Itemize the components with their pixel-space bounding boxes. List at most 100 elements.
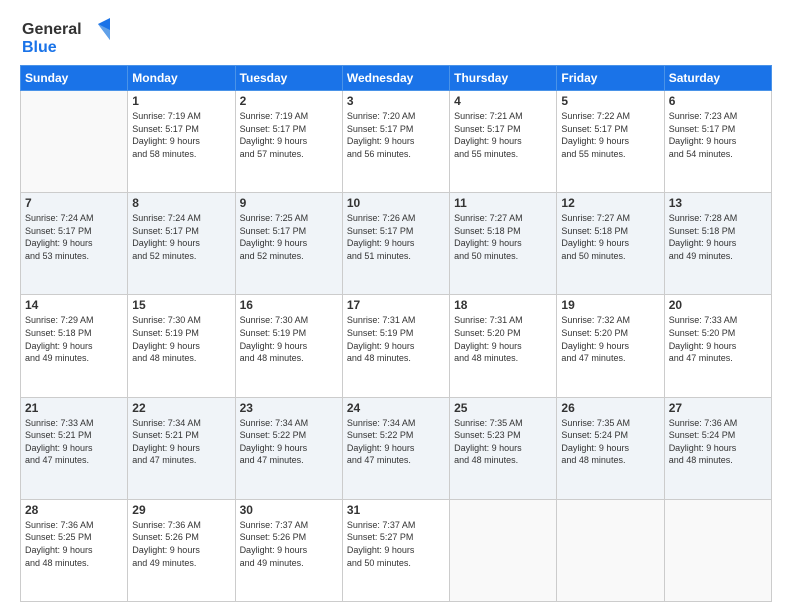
day-number: 11: [454, 196, 552, 210]
calendar-row: 21Sunrise: 7:33 AM Sunset: 5:21 PM Dayli…: [21, 397, 772, 499]
day-number: 22: [132, 401, 230, 415]
day-number: 16: [240, 298, 338, 312]
calendar-cell: [450, 499, 557, 601]
calendar-cell: 14Sunrise: 7:29 AM Sunset: 5:18 PM Dayli…: [21, 295, 128, 397]
calendar-cell: 18 Sunrise: 7:31 AM Sunset: 5:20 PM Dayli…: [450, 295, 557, 397]
day-number: 14: [25, 298, 123, 312]
day-info: Sunrise: 7:33 AM Sunset: 5:20 PM Dayligh…: [669, 314, 767, 364]
day-info: Sunrise: 7:34 AM Sunset: 5:22 PM Dayligh…: [240, 417, 338, 467]
calendar-cell: 8 Sunrise: 7:24 AM Sunset: 5:17 PM Daylig…: [128, 193, 235, 295]
day-info: Sunrise: 7:35 AM Sunset: 5:24 PM Dayligh…: [561, 417, 659, 467]
svg-text:General: General: [22, 21, 82, 38]
day-number: 31: [347, 503, 445, 517]
calendar-row: 7Sunrise: 7:24 AM Sunset: 5:17 PM Daylig…: [21, 193, 772, 295]
calendar-cell: 20 Sunrise: 7:33 AM Sunset: 5:20 PM Dayli…: [664, 295, 771, 397]
calendar-cell: 26 Sunrise: 7:35 AM Sunset: 5:24 PM Dayli…: [557, 397, 664, 499]
day-number: 20: [669, 298, 767, 312]
day-info: Sunrise: 7:30 AM Sunset: 5:19 PM Dayligh…: [240, 314, 338, 364]
calendar-cell: 25 Sunrise: 7:35 AM Sunset: 5:23 PM Dayli…: [450, 397, 557, 499]
calendar-cell: 3 Sunrise: 7:20 AM Sunset: 5:17 PM Daylig…: [342, 91, 449, 193]
day-info: Sunrise: 7:27 AM Sunset: 5:18 PM Dayligh…: [454, 212, 552, 262]
day-info: Sunrise: 7:24 AM Sunset: 5:17 PM Dayligh…: [132, 212, 230, 262]
calendar-cell: 21Sunrise: 7:33 AM Sunset: 5:21 PM Dayli…: [21, 397, 128, 499]
day-info: Sunrise: 7:36 AM Sunset: 5:25 PM Dayligh…: [25, 519, 123, 569]
calendar-cell: 12 Sunrise: 7:27 AM Sunset: 5:18 PM Dayli…: [557, 193, 664, 295]
day-number: 30: [240, 503, 338, 517]
header-friday: Friday: [557, 66, 664, 91]
day-number: 29: [132, 503, 230, 517]
day-info: Sunrise: 7:26 AM Sunset: 5:17 PM Dayligh…: [347, 212, 445, 262]
logo-icon: General Blue: [20, 14, 110, 56]
calendar-cell: 24Sunrise: 7:34 AM Sunset: 5:22 PM Dayli…: [342, 397, 449, 499]
header-tuesday: Tuesday: [235, 66, 342, 91]
header-sunday: Sunday: [21, 66, 128, 91]
day-number: 9: [240, 196, 338, 210]
header-saturday: Saturday: [664, 66, 771, 91]
day-info: Sunrise: 7:37 AM Sunset: 5:26 PM Dayligh…: [240, 519, 338, 569]
calendar-cell: 7Sunrise: 7:24 AM Sunset: 5:17 PM Daylig…: [21, 193, 128, 295]
day-info: Sunrise: 7:35 AM Sunset: 5:23 PM Dayligh…: [454, 417, 552, 467]
calendar-cell: 11 Sunrise: 7:27 AM Sunset: 5:18 PM Dayli…: [450, 193, 557, 295]
day-number: 3: [347, 94, 445, 108]
day-info: Sunrise: 7:31 AM Sunset: 5:20 PM Dayligh…: [454, 314, 552, 364]
day-info: Sunrise: 7:28 AM Sunset: 5:18 PM Dayligh…: [669, 212, 767, 262]
day-number: 12: [561, 196, 659, 210]
day-number: 24: [347, 401, 445, 415]
day-info: Sunrise: 7:20 AM Sunset: 5:17 PM Dayligh…: [347, 110, 445, 160]
day-number: 28: [25, 503, 123, 517]
logo: General Blue: [20, 14, 110, 61]
calendar-cell: 22 Sunrise: 7:34 AM Sunset: 5:21 PM Dayli…: [128, 397, 235, 499]
calendar-cell: 31Sunrise: 7:37 AM Sunset: 5:27 PM Dayli…: [342, 499, 449, 601]
day-number: 26: [561, 401, 659, 415]
day-info: Sunrise: 7:34 AM Sunset: 5:21 PM Dayligh…: [132, 417, 230, 467]
day-number: 27: [669, 401, 767, 415]
calendar-cell: 1 Sunrise: 7:19 AM Sunset: 5:17 PM Daylig…: [128, 91, 235, 193]
calendar-cell: 30 Sunrise: 7:37 AM Sunset: 5:26 PM Dayli…: [235, 499, 342, 601]
day-number: 1: [132, 94, 230, 108]
calendar-cell: 10 Sunrise: 7:26 AM Sunset: 5:17 PM Dayli…: [342, 193, 449, 295]
page: General Blue SundayMondayTuesdayWednesda…: [0, 0, 792, 612]
calendar-cell: [664, 499, 771, 601]
day-info: Sunrise: 7:24 AM Sunset: 5:17 PM Dayligh…: [25, 212, 123, 262]
header-thursday: Thursday: [450, 66, 557, 91]
day-info: Sunrise: 7:27 AM Sunset: 5:18 PM Dayligh…: [561, 212, 659, 262]
day-info: Sunrise: 7:19 AM Sunset: 5:17 PM Dayligh…: [240, 110, 338, 160]
calendar-table: SundayMondayTuesdayWednesdayThursdayFrid…: [20, 65, 772, 602]
header: General Blue: [20, 10, 772, 61]
day-number: 25: [454, 401, 552, 415]
calendar-cell: 15Sunrise: 7:30 AM Sunset: 5:19 PM Dayli…: [128, 295, 235, 397]
calendar-row: 14Sunrise: 7:29 AM Sunset: 5:18 PM Dayli…: [21, 295, 772, 397]
logo-content: General Blue: [20, 14, 110, 61]
calendar-cell: 27 Sunrise: 7:36 AM Sunset: 5:24 PM Dayli…: [664, 397, 771, 499]
day-number: 10: [347, 196, 445, 210]
calendar-cell: 28 Sunrise: 7:36 AM Sunset: 5:25 PM Dayli…: [21, 499, 128, 601]
calendar-cell: [21, 91, 128, 193]
day-info: Sunrise: 7:30 AM Sunset: 5:19 PM Dayligh…: [132, 314, 230, 364]
calendar-cell: 9 Sunrise: 7:25 AM Sunset: 5:17 PM Daylig…: [235, 193, 342, 295]
svg-text:Blue: Blue: [22, 39, 57, 56]
day-info: Sunrise: 7:36 AM Sunset: 5:26 PM Dayligh…: [132, 519, 230, 569]
calendar-cell: 17Sunrise: 7:31 AM Sunset: 5:19 PM Dayli…: [342, 295, 449, 397]
day-number: 18: [454, 298, 552, 312]
calendar-cell: 6Sunrise: 7:23 AM Sunset: 5:17 PM Daylig…: [664, 91, 771, 193]
day-number: 13: [669, 196, 767, 210]
day-number: 4: [454, 94, 552, 108]
calendar-cell: [557, 499, 664, 601]
day-info: Sunrise: 7:22 AM Sunset: 5:17 PM Dayligh…: [561, 110, 659, 160]
calendar-cell: 19Sunrise: 7:32 AM Sunset: 5:20 PM Dayli…: [557, 295, 664, 397]
day-number: 2: [240, 94, 338, 108]
day-info: Sunrise: 7:25 AM Sunset: 5:17 PM Dayligh…: [240, 212, 338, 262]
calendar-cell: 4 Sunrise: 7:21 AM Sunset: 5:17 PM Daylig…: [450, 91, 557, 193]
day-info: Sunrise: 7:19 AM Sunset: 5:17 PM Dayligh…: [132, 110, 230, 160]
day-info: Sunrise: 7:21 AM Sunset: 5:17 PM Dayligh…: [454, 110, 552, 160]
day-number: 8: [132, 196, 230, 210]
calendar-row: 1 Sunrise: 7:19 AM Sunset: 5:17 PM Daylig…: [21, 91, 772, 193]
calendar-cell: 13 Sunrise: 7:28 AM Sunset: 5:18 PM Dayli…: [664, 193, 771, 295]
day-info: Sunrise: 7:32 AM Sunset: 5:20 PM Dayligh…: [561, 314, 659, 364]
header-monday: Monday: [128, 66, 235, 91]
calendar-cell: 5Sunrise: 7:22 AM Sunset: 5:17 PM Daylig…: [557, 91, 664, 193]
calendar-cell: 16 Sunrise: 7:30 AM Sunset: 5:19 PM Dayli…: [235, 295, 342, 397]
day-info: Sunrise: 7:33 AM Sunset: 5:21 PM Dayligh…: [25, 417, 123, 467]
day-info: Sunrise: 7:36 AM Sunset: 5:24 PM Dayligh…: [669, 417, 767, 467]
calendar-row: 28 Sunrise: 7:36 AM Sunset: 5:25 PM Dayli…: [21, 499, 772, 601]
